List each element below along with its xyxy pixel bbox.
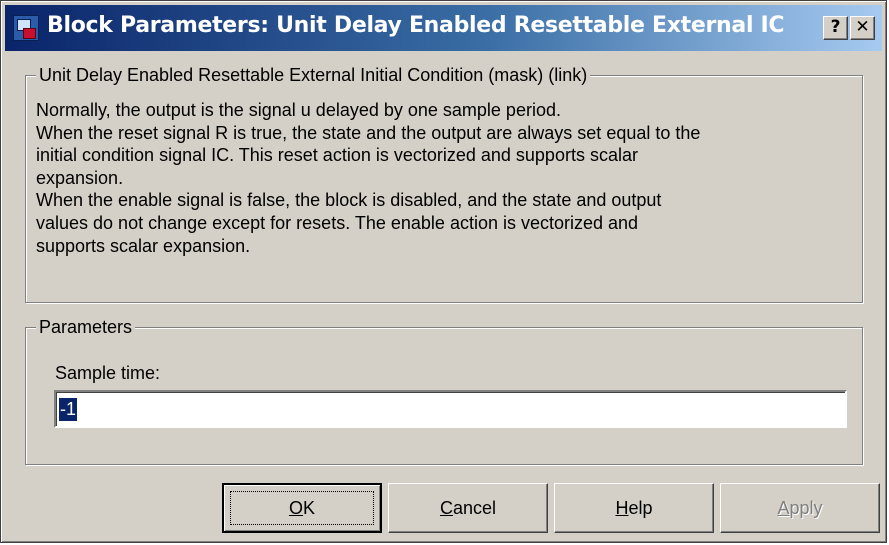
apply-button-label: Apply	[777, 498, 823, 518]
cancel-button[interactable]: Cancel	[388, 483, 548, 533]
parameters-group-title: Parameters	[36, 316, 136, 338]
description-line: When the reset signal R is true, the sta…	[36, 122, 701, 143]
close-icon: ✕	[855, 17, 870, 37]
help-button-label: Help	[615, 498, 653, 518]
block-parameters-dialog: Block Parameters: Unit Delay Enabled Res…	[0, 0, 887, 543]
ok-button[interactable]: OK	[222, 483, 382, 533]
description-line: values do not change except for resets. …	[36, 212, 639, 233]
sample-time-value: -1	[59, 398, 78, 421]
description-line: expansion.	[36, 167, 124, 188]
description-line: When the enable signal is false, the blo…	[36, 190, 662, 211]
window-title: Block Parameters: Unit Delay Enabled Res…	[47, 13, 785, 38]
ok-button-label: OK	[288, 498, 316, 518]
sample-time-label: Sample time:	[55, 363, 161, 383]
sample-time-input[interactable]: -1	[54, 390, 847, 428]
description-line: supports scalar expansion.	[36, 235, 251, 256]
simulink-block-icon	[13, 15, 39, 41]
block-description: Normally, the output is the signal u del…	[36, 99, 856, 257]
context-help-button[interactable]: ?	[823, 16, 848, 40]
title-bar[interactable]: Block Parameters: Unit Delay Enabled Res…	[5, 5, 882, 51]
description-group-title: Unit Delay Enabled Resettable External I…	[36, 64, 591, 86]
help-button[interactable]: Help	[554, 483, 714, 533]
description-line: Normally, the output is the signal u del…	[36, 100, 561, 120]
description-line: initial condition signal IC. This reset …	[36, 145, 638, 166]
parameters-group: Parameters Sample time: -1	[25, 316, 863, 465]
cancel-button-label: Cancel	[439, 498, 497, 518]
description-group: Unit Delay Enabled Resettable External I…	[25, 64, 863, 303]
apply-button[interactable]: Apply	[720, 483, 880, 533]
close-button[interactable]: ✕	[850, 16, 875, 40]
